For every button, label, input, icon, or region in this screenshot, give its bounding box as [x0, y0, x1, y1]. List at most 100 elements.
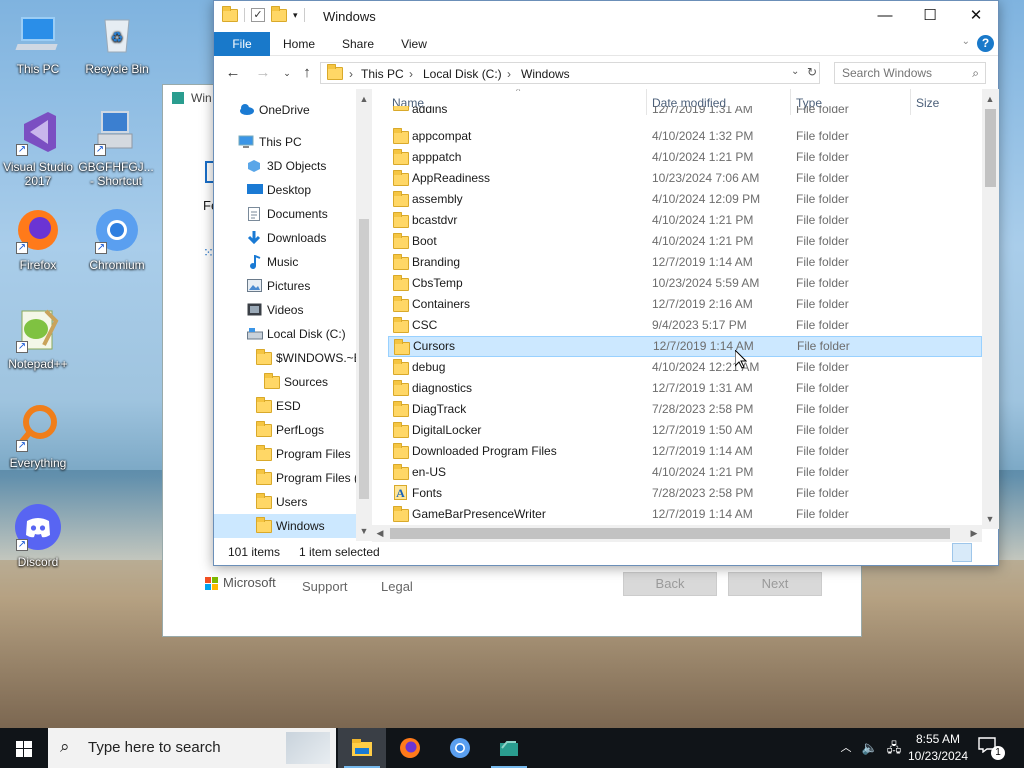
table-row[interactable]: en-US 4/10/2024 1:21 PM File folder: [388, 462, 982, 483]
recent-locations-chevron-icon[interactable]: ⌄: [276, 63, 298, 83]
start-button[interactable]: [0, 728, 48, 768]
table-row[interactable]: DiagTrack 7/28/2023 2:58 PM File folder: [388, 399, 982, 420]
volume-icon[interactable]: 🔈: [860, 728, 880, 768]
file-list-scrollbar[interactable]: ▲ ▼: [982, 89, 999, 529]
nav-item-onedrive[interactable]: OneDrive: [214, 98, 356, 122]
nav-item-pictures[interactable]: Pictures: [214, 274, 356, 298]
tab-home[interactable]: Home: [274, 32, 324, 56]
nav-item-esd[interactable]: ESD: [214, 394, 356, 418]
taskbar-search-box[interactable]: ⌕ Type here to search: [48, 728, 336, 768]
minimize-button[interactable]: —: [862, 1, 908, 32]
legal-link[interactable]: Legal: [381, 579, 413, 594]
scroll-up-arrow-icon[interactable]: ▲: [982, 91, 998, 107]
back-button[interactable]: Back: [623, 572, 717, 596]
up-arrow-icon[interactable]: ↑: [296, 63, 318, 83]
large-icons-view-icon[interactable]: [974, 543, 994, 562]
breadcrumb-windows[interactable]: Windows: [521, 67, 570, 81]
breadcrumb-this-pc[interactable]: This PC: [361, 67, 404, 81]
breadcrumb-separator[interactable]: ›: [507, 67, 511, 81]
desktop-icon-this-pc[interactable]: This PC: [0, 10, 76, 76]
notifications-button[interactable]: 1: [978, 737, 1005, 760]
nav-item-desktop[interactable]: Desktop: [214, 178, 356, 202]
nav-item-perflogs[interactable]: PerfLogs: [214, 418, 356, 442]
new-folder-icon[interactable]: [271, 5, 287, 22]
breadcrumb-local-disk[interactable]: Local Disk (C:): [423, 67, 502, 81]
desktop-icon-recycle-bin[interactable]: ♻ Recycle Bin: [79, 10, 155, 76]
table-row[interactable]: Branding 12/7/2019 1:14 AM File folder: [388, 252, 982, 273]
nav-item-local-disk[interactable]: Local Disk (C:): [214, 322, 356, 346]
table-row[interactable]: assembly 4/10/2024 12:09 PM File folder: [388, 189, 982, 210]
table-row[interactable]: bcastdvr 4/10/2024 1:21 PM File folder: [388, 210, 982, 231]
nav-item-videos[interactable]: Videos: [214, 298, 356, 322]
help-button[interactable]: ?: [977, 35, 994, 52]
table-row[interactable]: Cursors 12/7/2019 1:14 AM File folder: [388, 336, 982, 357]
taskbar-app-setup[interactable]: [485, 728, 533, 768]
desktop-icon-discord[interactable]: ↗ Discord: [0, 503, 76, 569]
back-arrow-icon[interactable]: ←: [222, 63, 244, 83]
table-row[interactable]: apppatch 4/10/2024 1:21 PM File folder: [388, 147, 982, 168]
table-row[interactable]: Downloaded Program Files 12/7/2019 1:14 A…: [388, 441, 982, 462]
scrollbar-thumb[interactable]: [359, 219, 369, 499]
nav-item-windows-bt[interactable]: $WINDOWS.~BT: [214, 346, 356, 370]
search-icon[interactable]: ⌕: [972, 66, 979, 81]
ribbon-expand-chevron-icon[interactable]: ⌄: [962, 36, 970, 47]
tab-file[interactable]: File: [214, 32, 270, 56]
nav-item-this-pc[interactable]: This PC: [214, 130, 356, 154]
maximize-button[interactable]: ☐: [907, 1, 953, 32]
search-box[interactable]: ⌕: [834, 62, 986, 84]
scroll-up-arrow-icon[interactable]: ▲: [356, 91, 372, 107]
desktop-icon-firefox[interactable]: ↗ Firefox: [0, 206, 76, 272]
table-row[interactable]: diagnostics 12/7/2019 1:31 AM File folder: [388, 378, 982, 399]
scroll-down-arrow-icon[interactable]: ▼: [356, 523, 372, 539]
table-row[interactable]: GameBarPresenceWriter 12/7/2019 1:14 AM Fi…: [388, 504, 982, 525]
table-row[interactable]: DigitalLocker 12/7/2019 1:50 AM File folde…: [388, 420, 982, 441]
nav-item-documents[interactable]: Documents: [214, 202, 356, 226]
nav-item-windows[interactable]: Windows: [214, 514, 356, 538]
nav-item-music[interactable]: Music: [214, 250, 356, 274]
address-bar[interactable]: › This PC › Local Disk (C:) › Windows ⌄ …: [320, 62, 820, 84]
refresh-icon[interactable]: ↻: [807, 65, 817, 79]
table-row[interactable]: addins 12/7/2019 1:31 AM File folder: [388, 106, 982, 120]
properties-icon[interactable]: ✓: [251, 8, 265, 22]
tab-share[interactable]: Share: [336, 32, 380, 56]
search-input[interactable]: [835, 63, 959, 83]
table-row[interactable]: appcompat 4/10/2024 1:32 PM File folder: [388, 126, 982, 147]
nav-item-program-files[interactable]: Program Files: [214, 442, 356, 466]
scroll-down-arrow-icon[interactable]: ▼: [982, 511, 998, 527]
scrollbar-thumb[interactable]: [985, 109, 996, 187]
taskbar-app-firefox[interactable]: [386, 728, 434, 768]
table-row[interactable]: CbsTemp 10/23/2024 5:59 AM File folder: [388, 273, 982, 294]
system-clock[interactable]: 8:55 AM 10/23/2024: [906, 731, 970, 765]
network-icon[interactable]: 🖧: [884, 728, 904, 768]
details-view-icon[interactable]: [952, 543, 972, 562]
table-row[interactable]: AppReadiness 10/23/2024 7:06 AM File folde…: [388, 168, 982, 189]
table-row[interactable]: Boot 4/10/2024 1:21 PM File folder: [388, 231, 982, 252]
nav-item-program-files-x86[interactable]: Program Files (x86): [214, 466, 356, 490]
close-button[interactable]: ✕: [953, 1, 999, 32]
taskbar-app-chromium[interactable]: [436, 728, 484, 768]
scrollbar-thumb[interactable]: [390, 528, 950, 539]
navigation-scrollbar[interactable]: ▲ ▼: [356, 89, 372, 541]
address-dropdown-chevron-icon[interactable]: ⌄: [791, 66, 799, 77]
table-row[interactable]: CSC 9/4/2023 5:17 PM File folder: [388, 315, 982, 336]
title-bar[interactable]: ✓ ▾ Windows — ☐ ✕: [214, 1, 998, 32]
customize-toolbar-chevron-icon[interactable]: ▾: [293, 10, 298, 21]
nav-item-3d-objects[interactable]: 3D Objects: [214, 154, 356, 178]
nav-item-users[interactable]: Users: [214, 490, 356, 514]
show-hidden-icons-chevron-icon[interactable]: ︿: [836, 728, 856, 768]
desktop-icon-visual-studio[interactable]: ↗ Visual Studio 2017: [0, 108, 76, 188]
nav-item-downloads[interactable]: Downloads: [214, 226, 356, 250]
table-row[interactable]: Containers 12/7/2019 2:16 AM File folder: [388, 294, 982, 315]
table-row[interactable]: debug 4/10/2024 12:21 AM File folder: [388, 357, 982, 378]
breadcrumb-separator[interactable]: ›: [349, 67, 353, 81]
tab-view[interactable]: View: [392, 32, 436, 56]
desktop-icon-everything[interactable]: ↗ Everything: [0, 404, 76, 470]
breadcrumb-separator[interactable]: ›: [409, 67, 413, 81]
desktop-icon-notepad-plus-plus[interactable]: ↗ Notepad++: [0, 305, 76, 371]
table-row[interactable]: A Fonts 7/28/2023 2:58 PM File folder: [388, 483, 982, 504]
next-button[interactable]: Next: [728, 572, 822, 596]
desktop-icon-gbgfhfgj-shortcut[interactable]: ↗ GBGFHFGJ... - Shortcut: [78, 108, 154, 188]
taskbar-app-file-explorer[interactable]: [338, 728, 386, 768]
nav-item-sources[interactable]: Sources: [214, 370, 356, 394]
support-link[interactable]: Support: [302, 579, 348, 594]
